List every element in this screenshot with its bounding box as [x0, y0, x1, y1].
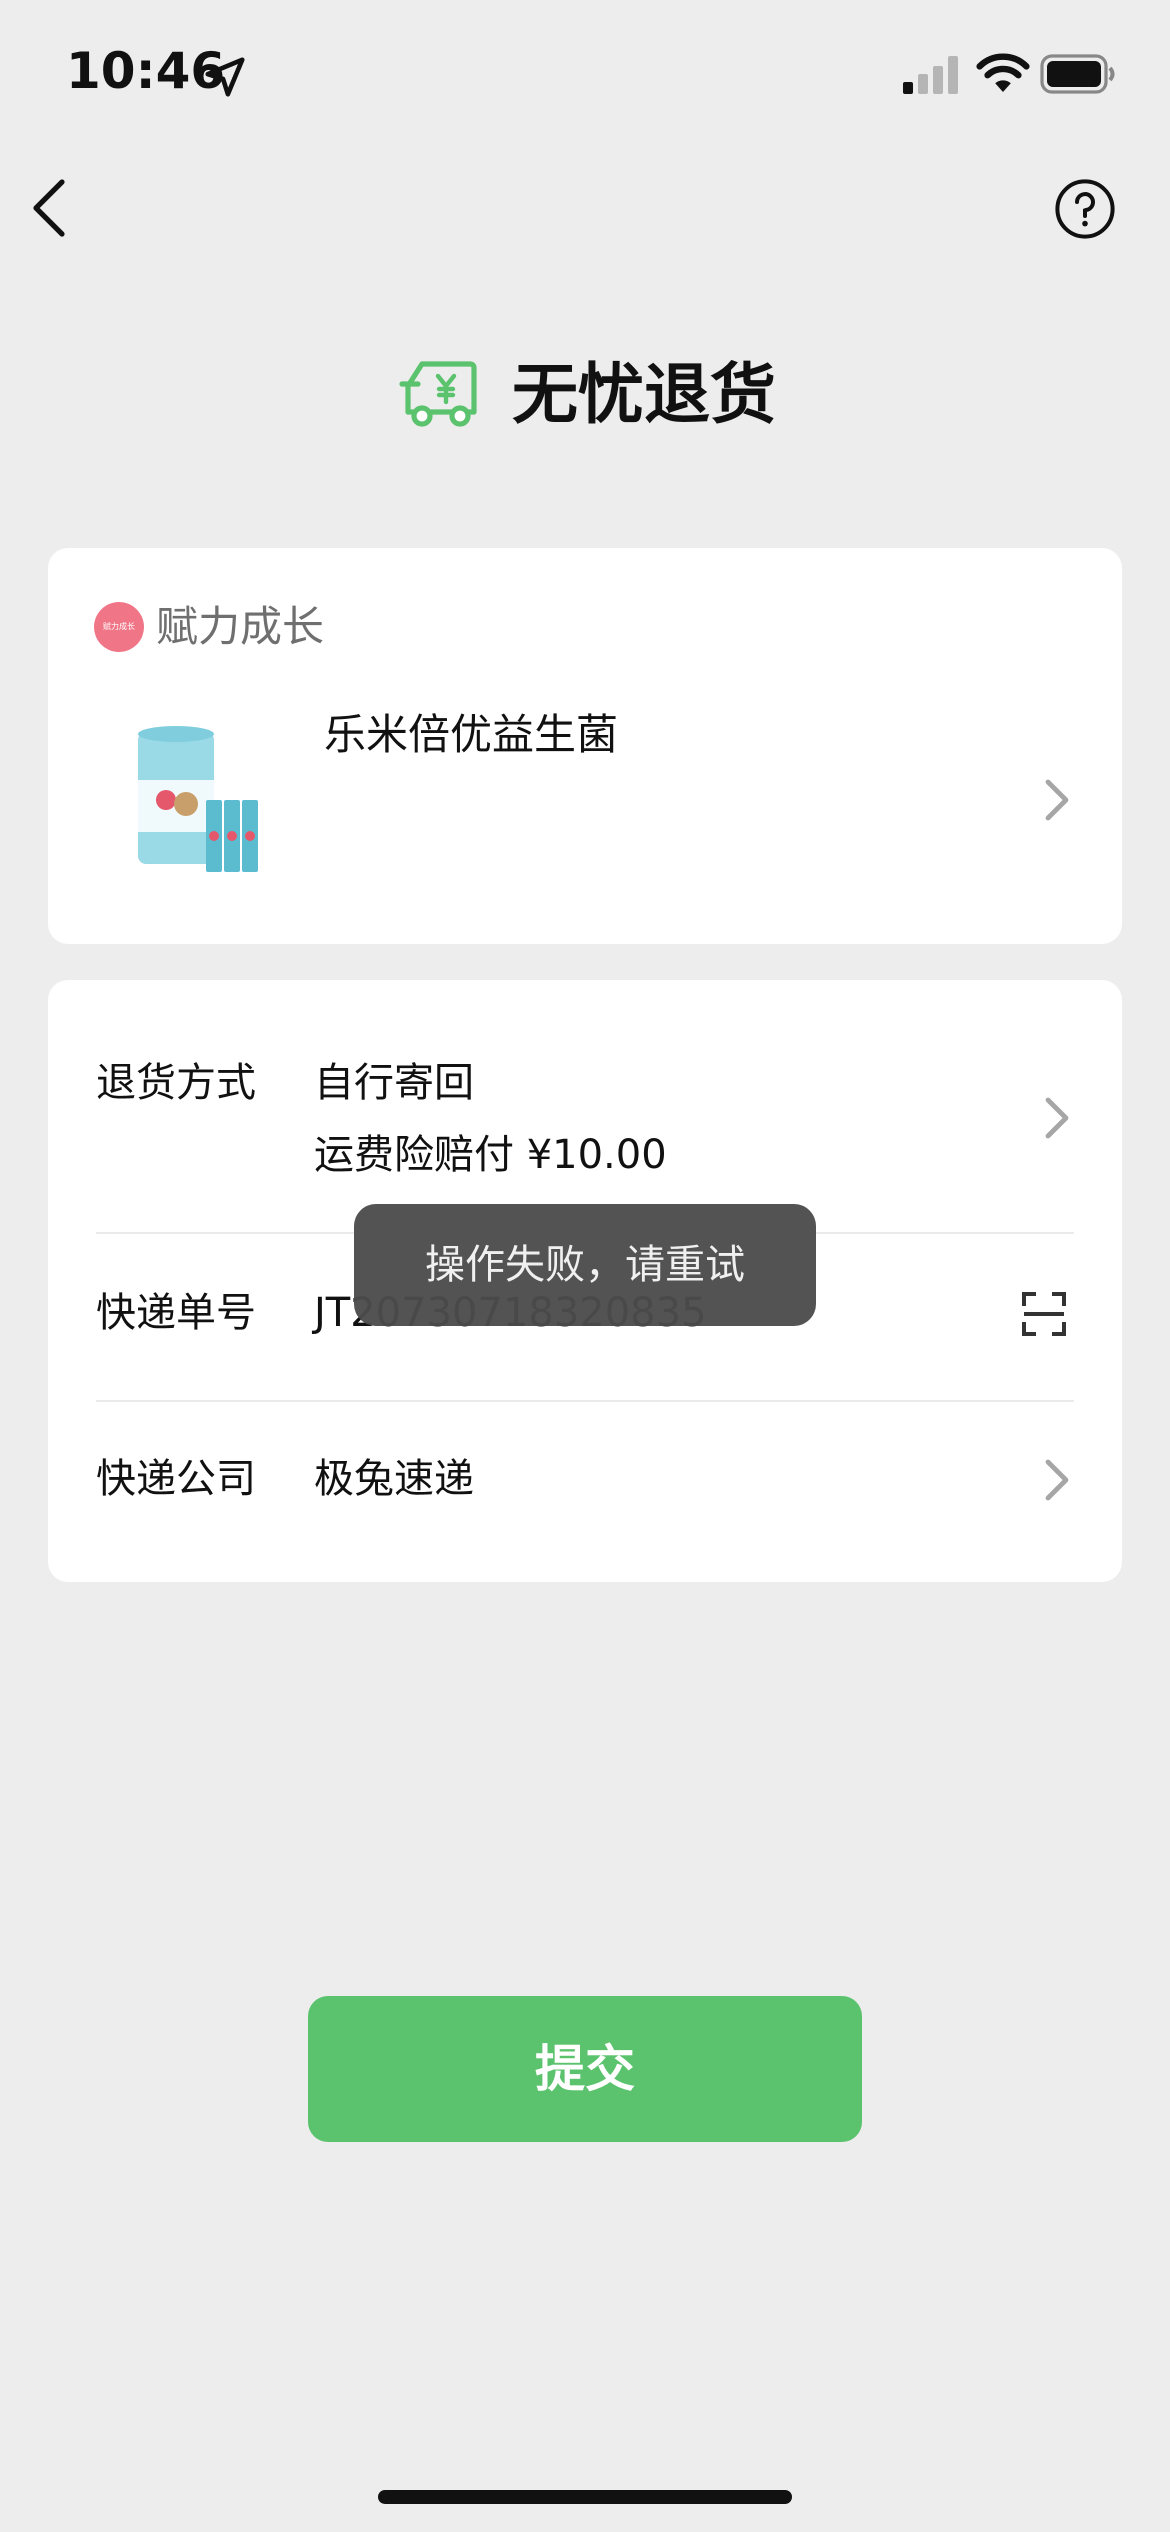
shop-name[interactable]: 赋力成长: [156, 598, 324, 656]
scan-icon[interactable]: [1020, 1290, 1068, 1338]
battery-icon: [1040, 54, 1115, 94]
return-truck-yen-icon: [399, 361, 477, 427]
product-name: 乐米倍优益生菌: [324, 710, 619, 759]
product-image[interactable]: [130, 720, 270, 880]
cellular-signal-icon: [903, 56, 958, 94]
courier-label: 快递公司: [96, 1456, 256, 1502]
return-method-value[interactable]: 自行寄回: [314, 1054, 474, 1112]
wifi-icon: [976, 53, 1030, 92]
chevron-right-icon[interactable]: [1044, 1458, 1072, 1502]
chevron-right-icon[interactable]: [1044, 778, 1072, 822]
return-method-label: 退货方式: [96, 1060, 256, 1106]
home-indicator: [378, 2490, 792, 2504]
error-toast-text: 操作失败，请重试: [425, 1242, 745, 1288]
help-question-icon[interactable]: [1054, 178, 1116, 240]
divider: [96, 1400, 1074, 1402]
page-title: 无忧退货: [512, 356, 776, 433]
shipping-insurance-note: 运费险赔付 ¥10.00: [314, 1132, 667, 1178]
shop-logo: 赋力成长: [94, 602, 144, 652]
chevron-right-icon[interactable]: [1044, 1096, 1072, 1140]
submit-button[interactable]: 提交: [308, 1996, 862, 2142]
courier-value[interactable]: 极兔速递: [314, 1450, 474, 1508]
back-chevron-icon[interactable]: [26, 178, 70, 238]
tracking-number-label: 快递单号: [96, 1290, 256, 1336]
location-arrow-icon: [205, 57, 245, 97]
